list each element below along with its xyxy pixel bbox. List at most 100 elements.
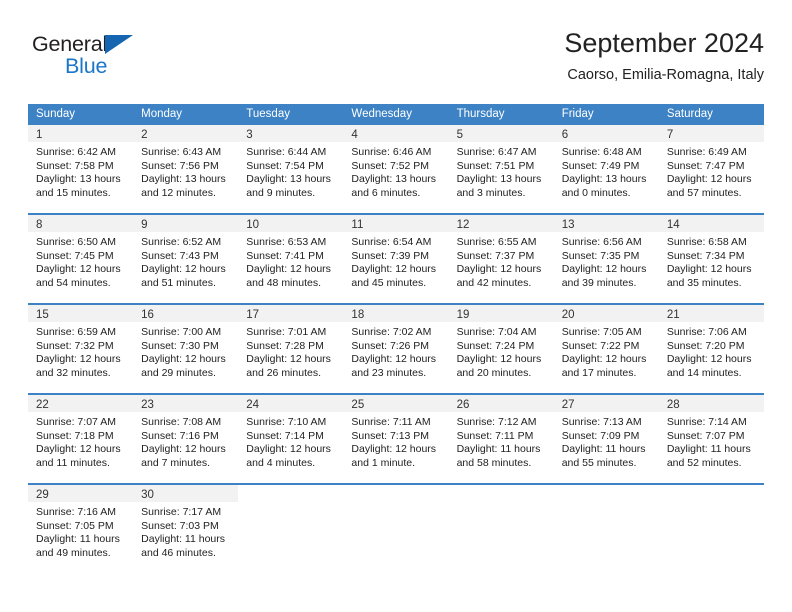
day-number-band: 15 bbox=[28, 305, 134, 322]
day-cell[interactable]: 30 Sunrise: 7:17 AM Sunset: 7:03 PM Dayl… bbox=[133, 485, 239, 573]
daylight-text-line2: and 52 minutes. bbox=[666, 456, 742, 469]
day-cell[interactable]: 8 Sunrise: 6:50 AM Sunset: 7:45 PM Dayli… bbox=[28, 215, 134, 303]
day-number-band: 3 bbox=[238, 125, 344, 142]
day-number-band: 18 bbox=[343, 305, 449, 322]
day-number: 18 bbox=[351, 309, 365, 321]
daylight-text-line2: and 42 minutes. bbox=[456, 276, 532, 289]
day-cell[interactable]: 12 Sunrise: 6:55 AM Sunset: 7:37 PM Dayl… bbox=[448, 215, 554, 303]
day-cell[interactable]: 1 Sunrise: 6:42 AM Sunset: 7:58 PM Dayli… bbox=[28, 125, 134, 213]
day-cell[interactable]: 6 Sunrise: 6:48 AM Sunset: 7:49 PM Dayli… bbox=[553, 125, 659, 213]
daylight-text-line1: Daylight: 12 hours bbox=[36, 443, 121, 456]
day-cell[interactable]: 14 Sunrise: 6:58 AM Sunset: 7:34 PM Dayl… bbox=[658, 215, 764, 303]
daylight-text-line2: and 29 minutes. bbox=[141, 366, 216, 379]
day-cell[interactable]: 29 Sunrise: 7:16 AM Sunset: 7:05 PM Dayl… bbox=[28, 485, 134, 573]
sunrise-text: Sunrise: 7:02 AM bbox=[351, 326, 432, 338]
day-cell[interactable]: 28 Sunrise: 7:14 AM Sunset: 7:07 PM Dayl… bbox=[658, 395, 764, 483]
daylight-text-line2: and 32 minutes. bbox=[36, 366, 111, 379]
daylight-text-line2: and 17 minutes. bbox=[561, 366, 637, 379]
day-cell[interactable]: 21 Sunrise: 7:06 AM Sunset: 7:20 PM Dayl… bbox=[658, 305, 764, 393]
daylight-text-line2: and 9 minutes. bbox=[246, 186, 316, 199]
day-cell[interactable]: 3 Sunrise: 6:44 AM Sunset: 7:54 PM Dayli… bbox=[238, 125, 344, 213]
day-number: 17 bbox=[246, 309, 260, 321]
day-cell[interactable]: 13 Sunrise: 6:56 AM Sunset: 7:35 PM Dayl… bbox=[553, 215, 659, 303]
daylight-text-line2: and 39 minutes. bbox=[561, 276, 637, 289]
day-cell[interactable]: 22 Sunrise: 7:07 AM Sunset: 7:18 PM Dayl… bbox=[28, 395, 134, 483]
daylight-text-line1: Daylight: 12 hours bbox=[246, 353, 331, 366]
day-cell[interactable]: 26 Sunrise: 7:12 AM Sunset: 7:11 PM Dayl… bbox=[448, 395, 554, 483]
day-number: 25 bbox=[351, 399, 365, 411]
day-number-band: 9 bbox=[133, 215, 239, 232]
daylight-text-line2: and 12 minutes. bbox=[141, 186, 216, 199]
sunset-text: Sunset: 7:32 PM bbox=[36, 339, 114, 352]
daylight-text-line2: and 0 minutes. bbox=[561, 186, 631, 199]
page-subtitle: Caorso, Emilia-Romagna, Italy bbox=[567, 67, 764, 83]
day-info: Sunrise: 6:58 AM Sunset: 7:34 PM Dayligh… bbox=[659, 232, 764, 290]
day-cell[interactable]: 20 Sunrise: 7:05 AM Sunset: 7:22 PM Dayl… bbox=[553, 305, 659, 393]
day-number-band: 7 bbox=[658, 125, 764, 142]
sunset-text: Sunset: 7:39 PM bbox=[351, 249, 430, 262]
sunrise-text: Sunrise: 7:04 AM bbox=[456, 326, 537, 338]
day-number: 11 bbox=[351, 219, 364, 231]
day-cell[interactable]: 4 Sunrise: 6:46 AM Sunset: 7:52 PM Dayli… bbox=[343, 125, 449, 213]
daylight-text-line2: and 55 minutes. bbox=[561, 456, 637, 469]
daylight-text-line2: and 45 minutes. bbox=[351, 276, 427, 289]
day-number: 3 bbox=[246, 129, 253, 141]
day-cell[interactable]: 25 Sunrise: 7:11 AM Sunset: 7:13 PM Dayl… bbox=[343, 395, 449, 483]
daylight-text-line1: Daylight: 12 hours bbox=[141, 443, 226, 456]
day-number-band: 2 bbox=[133, 125, 239, 142]
day-cell[interactable]: 23 Sunrise: 7:08 AM Sunset: 7:16 PM Dayl… bbox=[133, 395, 239, 483]
daylight-text-line2: and 35 minutes. bbox=[666, 276, 742, 289]
day-info: Sunrise: 7:12 AM Sunset: 7:11 PM Dayligh… bbox=[449, 412, 554, 470]
day-number-band: 17 bbox=[238, 305, 344, 322]
day-number: 2 bbox=[141, 129, 148, 141]
sunset-text: Sunset: 7:22 PM bbox=[561, 339, 640, 352]
daylight-text-line1: Daylight: 12 hours bbox=[666, 353, 752, 366]
daylight-text-line1: Daylight: 12 hours bbox=[246, 443, 331, 456]
day-number: 22 bbox=[36, 399, 49, 411]
day-cell[interactable]: 5 Sunrise: 6:47 AM Sunset: 7:51 PM Dayli… bbox=[448, 125, 554, 213]
day-cell[interactable]: 9 Sunrise: 6:52 AM Sunset: 7:43 PM Dayli… bbox=[133, 215, 239, 303]
day-cell[interactable]: 7 Sunrise: 6:49 AM Sunset: 7:47 PM Dayli… bbox=[658, 125, 764, 213]
day-number-band: 11 bbox=[343, 215, 449, 232]
daylight-text-line1: Daylight: 12 hours bbox=[351, 443, 437, 456]
day-info: Sunrise: 6:50 AM Sunset: 7:45 PM Dayligh… bbox=[28, 232, 133, 290]
sunrise-text: Sunrise: 6:49 AM bbox=[666, 146, 747, 158]
sunset-text: Sunset: 7:52 PM bbox=[351, 159, 430, 172]
day-cell[interactable]: 18 Sunrise: 7:02 AM Sunset: 7:26 PM Dayl… bbox=[343, 305, 449, 393]
sunset-text: Sunset: 7:56 PM bbox=[141, 159, 219, 172]
daylight-text-line2: and 6 minutes. bbox=[351, 186, 421, 199]
day-cell[interactable]: 11 Sunrise: 6:54 AM Sunset: 7:39 PM Dayl… bbox=[343, 215, 449, 303]
day-cell-empty bbox=[448, 485, 554, 573]
day-number-band: 24 bbox=[238, 395, 344, 412]
sunrise-text: Sunrise: 7:11 AM bbox=[351, 416, 431, 428]
day-cell[interactable]: 27 Sunrise: 7:13 AM Sunset: 7:09 PM Dayl… bbox=[553, 395, 659, 483]
day-number: 8 bbox=[36, 219, 43, 231]
weekday-header-saturday: Saturday bbox=[666, 108, 713, 120]
sunrise-text: Sunrise: 7:06 AM bbox=[666, 326, 747, 338]
day-cell[interactable]: 17 Sunrise: 7:01 AM Sunset: 7:28 PM Dayl… bbox=[238, 305, 344, 393]
day-info: Sunrise: 7:13 AM Sunset: 7:09 PM Dayligh… bbox=[554, 412, 659, 470]
day-info: Sunrise: 7:05 AM Sunset: 7:22 PM Dayligh… bbox=[554, 322, 659, 380]
day-cell[interactable]: 10 Sunrise: 6:53 AM Sunset: 7:41 PM Dayl… bbox=[238, 215, 344, 303]
day-cell[interactable]: 15 Sunrise: 6:59 AM Sunset: 7:32 PM Dayl… bbox=[28, 305, 134, 393]
sunset-text: Sunset: 7:47 PM bbox=[666, 159, 745, 172]
day-info: Sunrise: 7:01 AM Sunset: 7:28 PM Dayligh… bbox=[238, 322, 343, 380]
sunrise-text: Sunrise: 6:43 AM bbox=[141, 146, 222, 158]
day-cell[interactable]: 19 Sunrise: 7:04 AM Sunset: 7:24 PM Dayl… bbox=[448, 305, 554, 393]
day-cell-empty bbox=[658, 485, 764, 573]
day-cell[interactable]: 16 Sunrise: 7:00 AM Sunset: 7:30 PM Dayl… bbox=[133, 305, 239, 393]
sunrise-text: Sunrise: 6:44 AM bbox=[246, 146, 327, 158]
daylight-text-line1: Daylight: 12 hours bbox=[141, 353, 226, 366]
day-number: 20 bbox=[561, 309, 575, 321]
day-number-band: 5 bbox=[448, 125, 554, 142]
day-number: 13 bbox=[561, 219, 575, 231]
day-cell[interactable]: 24 Sunrise: 7:10 AM Sunset: 7:14 PM Dayl… bbox=[238, 395, 344, 483]
sunrise-text: Sunrise: 6:53 AM bbox=[246, 236, 327, 248]
day-info: Sunrise: 7:04 AM Sunset: 7:24 PM Dayligh… bbox=[449, 322, 554, 380]
day-cell[interactable]: 2 Sunrise: 6:43 AM Sunset: 7:56 PM Dayli… bbox=[133, 125, 239, 213]
page-title: September 2024 bbox=[564, 28, 764, 58]
daylight-text-line1: Daylight: 11 hours bbox=[456, 443, 541, 456]
day-cell-empty bbox=[553, 485, 659, 573]
day-number: 9 bbox=[141, 219, 148, 231]
day-info: Sunrise: 6:44 AM Sunset: 7:54 PM Dayligh… bbox=[238, 142, 343, 200]
